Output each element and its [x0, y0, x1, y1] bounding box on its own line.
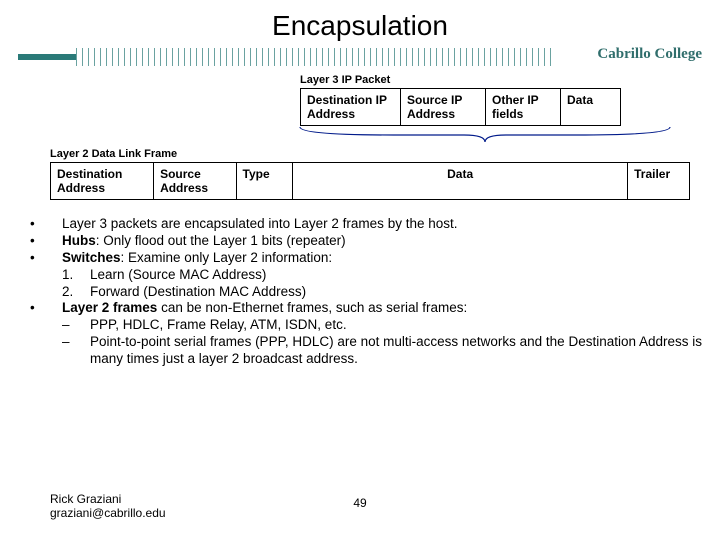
- layer3-cell: Destination IP Address: [301, 89, 401, 126]
- divider-bar: [18, 54, 76, 60]
- layer3-cell: Source IP Address: [401, 89, 486, 126]
- layer2-cell: Trailer: [628, 163, 690, 200]
- author-name: Rick Graziani: [50, 492, 166, 506]
- layer3-cell: Data: [561, 89, 621, 126]
- layer2-cell: Data: [293, 163, 628, 200]
- footer-author: Rick Graziani graziani@cabrillo.edu: [50, 492, 166, 520]
- layer2-cell: Source Address: [154, 163, 236, 200]
- layer2-frame-table: Destination Address Source Address Type …: [50, 162, 690, 200]
- sub-bullet-text: PPP, HDLC, Frame Relay, ATM, ISDN, etc.: [90, 317, 347, 334]
- bullet-text: Layer 3 packets are encapsulated into La…: [62, 216, 457, 233]
- author-email: graziani@cabrillo.edu: [50, 506, 166, 520]
- layer3-cell: Other IP fields: [486, 89, 561, 126]
- sub-bullet-text: Learn (Source MAC Address): [90, 267, 266, 284]
- layer2-cell: Destination Address: [51, 163, 154, 200]
- page-number: 49: [353, 496, 366, 510]
- bullet-list: •Layer 3 packets are encapsulated into L…: [30, 216, 702, 368]
- bullet-text: Hubs: Only flood out the Layer 1 bits (r…: [62, 233, 346, 250]
- bullet-text: Switches: Examine only Layer 2 informati…: [62, 250, 332, 267]
- layer2-cell: Type: [236, 163, 293, 200]
- header-divider: Cabrillo College: [18, 46, 702, 68]
- sub-bullet-text: Point-to-point serial frames (PPP, HDLC)…: [90, 334, 702, 368]
- brand-text: Cabrillo College: [597, 46, 702, 63]
- bullet-text: Layer 2 frames can be non-Ethernet frame…: [62, 300, 467, 317]
- layer3-label: Layer 3 IP Packet: [300, 74, 670, 86]
- bracket-connector: [300, 126, 670, 142]
- sub-bullet-text: Forward (Destination MAC Address): [90, 284, 306, 301]
- layer3-packet-table: Destination IP Address Source IP Address…: [300, 88, 621, 126]
- slide-title: Encapsulation: [0, 0, 720, 46]
- divider-ticks: [76, 48, 552, 66]
- layer2-label: Layer 2 Data Link Frame: [50, 148, 708, 160]
